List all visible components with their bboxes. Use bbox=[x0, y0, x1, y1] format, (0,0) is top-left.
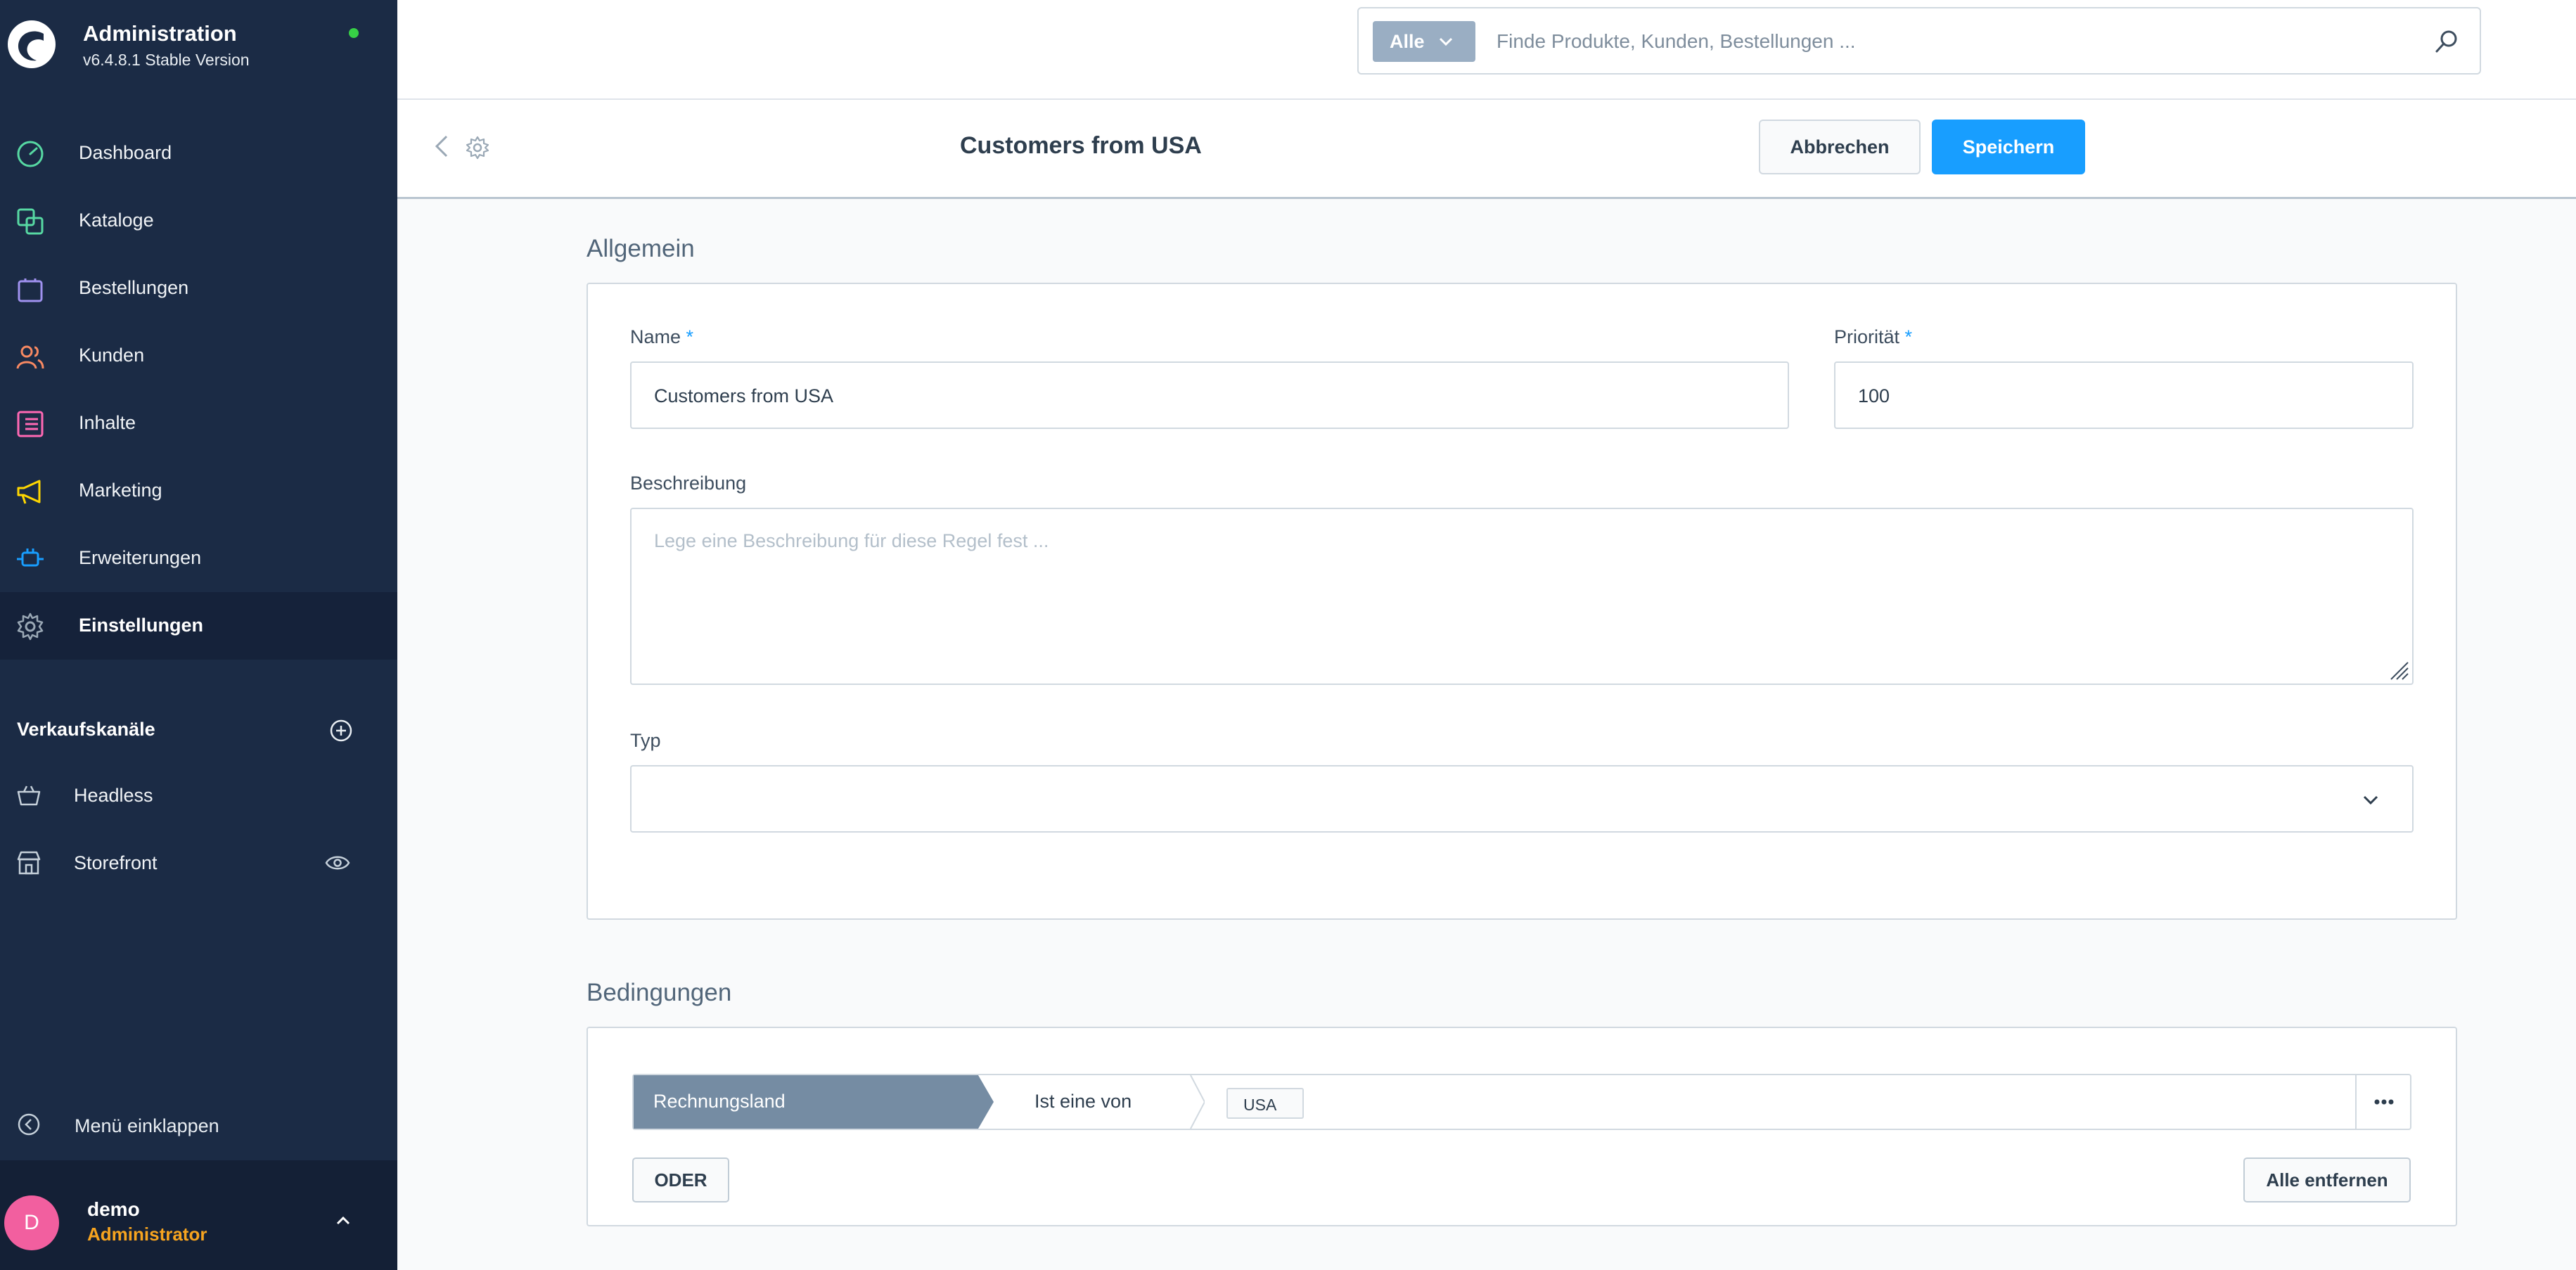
sidebar-item-label: Dashboard bbox=[79, 142, 172, 163]
sidebar-item-einstellungen[interactable]: Einstellungen bbox=[0, 592, 397, 660]
required-marker: * bbox=[1904, 326, 1913, 347]
collapse-menu-label: Menü einklappen bbox=[75, 1115, 219, 1136]
priority-label-text: Priorität bbox=[1834, 326, 1900, 347]
condition-value-tag[interactable]: USA bbox=[1226, 1088, 1304, 1119]
user-name: demo bbox=[87, 1198, 140, 1220]
remove-all-button[interactable]: Alle entfernen bbox=[2243, 1157, 2411, 1202]
app-title: Administration bbox=[83, 21, 237, 46]
customers-icon bbox=[16, 345, 44, 369]
sidebar-item-kataloge[interactable]: Kataloge bbox=[0, 187, 397, 255]
marketing-icon bbox=[17, 480, 41, 504]
sales-channels-heading: Verkaufskanäle bbox=[17, 719, 155, 740]
avatar: D bbox=[4, 1195, 59, 1250]
sidebar-item-label: Inhalte bbox=[79, 412, 136, 433]
name-label: Name * bbox=[630, 326, 693, 348]
required-marker: * bbox=[686, 326, 694, 347]
save-button[interactable]: Speichern bbox=[1932, 120, 2085, 174]
sales-channel-storefront[interactable]: Storefront bbox=[0, 828, 397, 896]
brand-header: Administration v6.4.8.1 Stable Version bbox=[0, 0, 397, 91]
name-field[interactable]: Customers from USA bbox=[630, 361, 1789, 429]
settings-icon bbox=[17, 612, 44, 641]
sidebar-item-kunden[interactable]: Kunden bbox=[0, 322, 397, 390]
sidebar-item-dashboard[interactable]: Dashboard bbox=[0, 120, 397, 187]
sidebar-item-label: Marketing bbox=[79, 480, 162, 501]
condition-more-button[interactable] bbox=[2355, 1075, 2411, 1129]
sidebar: Administration v6.4.8.1 Stable Version D… bbox=[0, 0, 397, 1270]
basket-icon bbox=[17, 785, 41, 806]
sidebar-item-label: Bestellungen bbox=[79, 277, 189, 298]
priority-field[interactable]: 100 bbox=[1834, 361, 2414, 429]
sidebar-item-bestellungen[interactable]: Bestellungen bbox=[0, 255, 397, 322]
type-label: Typ bbox=[630, 730, 661, 751]
online-status-indicator bbox=[349, 28, 359, 38]
sidebar-item-label: Einstellungen bbox=[79, 615, 204, 636]
sidebar-item-label: Kataloge bbox=[79, 210, 154, 231]
sidebar-item-marketing[interactable]: Marketing bbox=[0, 457, 397, 525]
description-label: Beschreibung bbox=[630, 473, 747, 494]
search-icon[interactable] bbox=[2433, 28, 2460, 55]
smart-bar: Customers from USA Abbrechen Speichern bbox=[397, 100, 2576, 199]
name-field-value: Customers from USA bbox=[654, 385, 834, 406]
user-menu[interactable]: D demo Administrator bbox=[0, 1160, 397, 1270]
eye-icon[interactable] bbox=[325, 852, 350, 873]
condition-value-label: USA bbox=[1243, 1096, 1277, 1114]
chevron-up-icon bbox=[336, 1216, 350, 1225]
search-input[interactable]: Finde Produkte, Kunden, Bestellungen ... bbox=[1497, 30, 1856, 53]
sidebar-item-erweiterungen[interactable]: Erweiterungen bbox=[0, 525, 397, 592]
storefront-icon bbox=[17, 851, 41, 875]
top-header: Alle Finde Produkte, Kunden, Bestellunge… bbox=[397, 0, 2576, 100]
search-type-label: Alle bbox=[1390, 31, 1425, 52]
condition-row: Rechnungsland Ist eine von USA bbox=[632, 1074, 2411, 1130]
global-search[interactable]: Alle Finde Produkte, Kunden, Bestellunge… bbox=[1357, 7, 2481, 75]
condition-field-label: Rechnungsland bbox=[653, 1091, 786, 1112]
content-icon bbox=[17, 411, 44, 437]
search-type-dropdown[interactable]: Alle bbox=[1373, 21, 1475, 62]
shopware-logo-icon bbox=[8, 20, 56, 68]
sales-channel-label: Storefront bbox=[74, 852, 158, 873]
sales-channel-label: Headless bbox=[74, 785, 153, 806]
cancel-button[interactable]: Abbrechen bbox=[1759, 120, 1921, 174]
or-button[interactable]: ODER bbox=[632, 1157, 729, 1202]
page-title: Customers from USA bbox=[960, 132, 1202, 159]
sidebar-item-label: Erweiterungen bbox=[79, 547, 202, 568]
catalogue-icon bbox=[17, 208, 44, 235]
more-options-icon bbox=[2374, 1099, 2394, 1105]
general-card: Name * Customers from USA Priorität * 10… bbox=[587, 283, 2457, 920]
collapse-menu-button[interactable]: Menü einklappen bbox=[0, 1097, 397, 1153]
back-arrow-icon[interactable] bbox=[431, 132, 452, 160]
condition-operator-label: Ist eine von bbox=[1034, 1091, 1132, 1112]
resize-handle-icon[interactable] bbox=[2388, 660, 2409, 681]
gear-icon[interactable] bbox=[465, 135, 490, 160]
conditions-section-title: Bedingungen bbox=[587, 979, 732, 1006]
user-role: Administrator bbox=[87, 1224, 207, 1245]
chevron-down-icon bbox=[1439, 37, 1453, 46]
app-version: v6.4.8.1 Stable Version bbox=[83, 51, 250, 69]
orders-icon bbox=[18, 278, 43, 302]
chevron-down-icon bbox=[2363, 795, 2378, 805]
condition-operator-select[interactable]: Ist eine von bbox=[994, 1075, 1205, 1129]
extensions-icon bbox=[17, 549, 44, 567]
type-select[interactable] bbox=[630, 765, 2414, 833]
sidebar-item-label: Kunden bbox=[79, 345, 145, 366]
sidebar-item-inhalte[interactable]: Inhalte bbox=[0, 390, 397, 457]
description-placeholder: Lege eine Beschreibung für diese Regel f… bbox=[654, 530, 1049, 551]
dashboard-icon bbox=[17, 141, 44, 167]
sales-channel-headless[interactable]: Headless bbox=[0, 761, 397, 828]
condition-field-select[interactable]: Rechnungsland bbox=[634, 1075, 994, 1129]
add-sales-channel-icon[interactable] bbox=[329, 719, 353, 743]
description-textarea[interactable]: Lege eine Beschreibung für diese Regel f… bbox=[630, 508, 2414, 685]
general-section-title: Allgemein bbox=[587, 235, 695, 262]
chevron-left-circle-icon bbox=[18, 1113, 40, 1136]
priority-label: Priorität * bbox=[1834, 326, 1912, 348]
priority-field-value: 100 bbox=[1858, 385, 1890, 406]
name-label-text: Name bbox=[630, 326, 681, 347]
